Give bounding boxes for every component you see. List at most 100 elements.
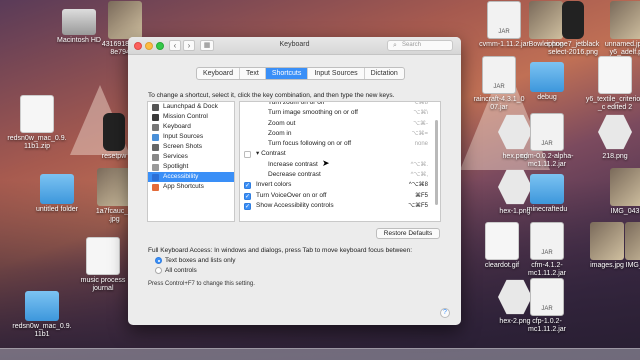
jar-file-icon (530, 278, 564, 316)
shortcut-key[interactable]: none (415, 139, 428, 149)
shortcut-name: Turn VoiceOver on or off (256, 191, 327, 199)
desktop-icon-label: redsn0w_mac_0.9. 11b1.zip (7, 135, 67, 150)
category-app-shortcuts[interactable]: App Shortcuts (148, 182, 234, 192)
desktop-icon[interactable]: redsn0w_mac_0.9. 11b1.zip (0, 95, 74, 151)
shortcut-row[interactable]: Zoom out ⌥⌘- (240, 119, 440, 129)
shortcut-row[interactable]: Zoom in ⌥⌘= (240, 129, 440, 139)
category-icon (152, 183, 159, 191)
shortcut-row[interactable]: Invert colors ^⌥⌘8 (240, 180, 440, 192)
search-input[interactable]: ⌕ Search (387, 40, 453, 51)
scrollbar[interactable] (435, 120, 438, 205)
help-button[interactable]: ? (440, 308, 450, 318)
desktop-icon[interactable]: unnamed.jpeg y6_adelf.pr (590, 1, 640, 57)
titlebar: ‹ › ▦ Keyboard ⌕ Search (128, 37, 461, 55)
category-icon (152, 113, 159, 121)
keyboard-access-radio[interactable]: All controls (155, 267, 197, 274)
shortcut-key[interactable]: ⌥⌘= (412, 129, 428, 139)
shortcut-key[interactable]: ⌘F5 (415, 191, 428, 201)
shortcut-key[interactable]: ⌥⌘F5 (408, 201, 428, 211)
shortcut-name: Invert colors (256, 181, 292, 189)
shortcut-row[interactable]: Turn zoom on or off ⌥⌘8 (240, 102, 440, 108)
category-mission-control[interactable]: Mission Control (148, 112, 234, 122)
tab-input-sources[interactable]: Input Sources (308, 68, 365, 79)
shortcut-checkbox[interactable] (244, 181, 251, 192)
shortcut-checkbox[interactable] (244, 202, 251, 212)
shortcut-row[interactable]: ▾ Contrast (240, 149, 440, 159)
category-services[interactable]: Services (148, 152, 234, 162)
shortcut-row[interactable]: Turn focus following on or off none (240, 139, 440, 149)
folder-file-icon (530, 62, 564, 92)
restore-defaults-button[interactable]: Restore Defaults (376, 228, 440, 239)
category-spotlight[interactable]: Spotlight (148, 162, 234, 172)
radio-button[interactable] (155, 257, 162, 264)
shortcut-key[interactable]: ⌥⌘8 (412, 102, 428, 108)
folder-file-icon (40, 174, 74, 204)
category-screen-shots[interactable]: Screen Shots (148, 142, 234, 152)
shortcut-row[interactable]: Turn VoiceOver on or off ⌘F5 (240, 191, 440, 202)
shortcut-row[interactable]: Decrease contrast ^⌥⌘, (240, 170, 440, 180)
shortcut-key[interactable]: ⌥⌘- (413, 119, 428, 129)
tab-keyboard[interactable]: Keyboard (197, 68, 240, 79)
mouse-cursor-icon: ➤ (322, 158, 330, 168)
shortcut-key[interactable]: ^⌥⌘8 (409, 180, 428, 190)
desktop-icon[interactable]: y6_textile_criterion _c edited 2 (578, 56, 640, 112)
shortcut-row[interactable]: Increase contrast ^⌥⌘. (240, 160, 440, 170)
category-icon (152, 103, 159, 111)
desktop-icon[interactable]: debug (510, 56, 584, 102)
category-launchpad-dock[interactable]: Launchpad & Dock (148, 102, 234, 112)
desktop-icon[interactable]: IMG_0434 (605, 222, 640, 270)
doc-file-icon (20, 95, 54, 133)
desktop-icon[interactable]: 218.png (578, 113, 640, 161)
tab-text[interactable]: Text (240, 68, 266, 79)
photo-file-icon (108, 1, 142, 39)
category-accessibility[interactable]: Accessibility (148, 172, 234, 182)
desktop-icon-label: IMG_0431 (610, 208, 640, 215)
photo-file-icon (625, 222, 640, 260)
dark-file-icon (103, 113, 125, 151)
dark-file-icon (562, 1, 584, 39)
shortcut-name: Decrease contrast (268, 171, 321, 179)
category-label: Launchpad & Dock (163, 103, 218, 110)
category-icon (152, 143, 159, 151)
shortcut-checkbox[interactable] (244, 192, 251, 202)
photo-file-icon (610, 168, 640, 206)
search-placeholder: Search (402, 42, 422, 48)
photo-file-icon (610, 1, 640, 39)
desktop-icon-label: unnamed.jpeg y6_adelf.pr (604, 41, 640, 56)
tab-shortcuts[interactable]: Shortcuts (265, 68, 309, 79)
desktop-icon[interactable]: redsn0w_mac_0.9. 11b1 (5, 285, 79, 339)
shortcut-key[interactable]: ^⌥⌘, (411, 170, 428, 180)
shortcut-name: Turn image smoothing on or off (268, 109, 358, 117)
category-label: Input Sources (163, 133, 204, 140)
tab-dictation[interactable]: Dictation (365, 68, 404, 79)
shortcut-row[interactable]: Show Accessibility controls ⌥⌘F5 (240, 201, 440, 212)
category-icon (152, 173, 159, 181)
category-label: Services (163, 153, 188, 160)
shortcut-row[interactable]: Turn image smoothing on or off ⌥⌘\ (240, 108, 440, 118)
hex-file-icon (598, 114, 632, 150)
category-label: App Shortcuts (163, 183, 204, 190)
desktop-icon[interactable]: IMG_0431 (590, 168, 640, 216)
full-keyboard-access-label: Full Keyboard Access: In windows and dia… (148, 247, 412, 254)
desktop-icon-label: redsn0w_mac_0.9. 11b1 (12, 323, 72, 338)
desktop-icon-label: IMG_0434 (625, 262, 640, 269)
instruction-text: To change a shortcut, select it, click t… (148, 92, 395, 99)
shortcut-key[interactable]: ⌥⌘\ (413, 108, 428, 118)
desktop-icon-label: y6_textile_criterion _c edited 2 (585, 96, 640, 111)
shortcut-key[interactable]: ^⌥⌘. (411, 160, 428, 170)
desktop-icon[interactable]: cdm-0.0.2-alpha- mc1.11.2.jar (510, 113, 584, 169)
category-keyboard[interactable]: Keyboard (148, 122, 234, 132)
keyboard-preferences-window: ‹ › ▦ Keyboard ⌕ Search Keyboard Text Shor… (128, 37, 461, 325)
category-list: Launchpad & Dock Mission Control Keyboard I… (147, 101, 235, 222)
radio-button[interactable] (155, 267, 162, 274)
category-label: Screen Shots (163, 143, 203, 150)
shortcut-checkbox[interactable] (244, 151, 251, 159)
keyboard-access-radio[interactable]: Text boxes and lists only (155, 257, 235, 264)
hint-text: Press Control+F7 to change this setting. (148, 281, 255, 287)
folder-file-icon (530, 174, 564, 204)
desktop-icon[interactable]: minecraftedu (510, 168, 584, 214)
category-input-sources[interactable]: Input Sources (148, 132, 234, 142)
desktop-icon-label: cdm-0.0.2-alpha- mc1.11.2.jar (520, 153, 574, 168)
desktop-icon-label: debug (537, 94, 557, 101)
desktop-icon[interactable]: cfp-1.0.2- mc1.11.2.jar (510, 278, 584, 334)
